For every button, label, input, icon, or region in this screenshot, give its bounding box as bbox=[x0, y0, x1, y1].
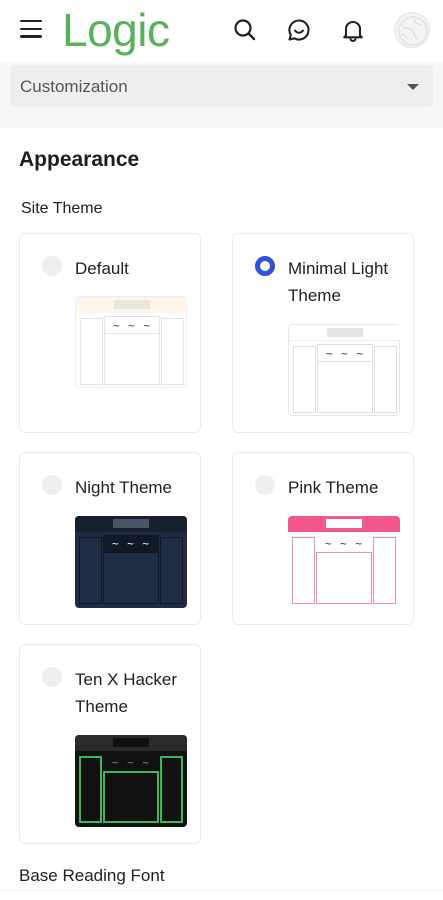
bell-icon[interactable] bbox=[340, 17, 366, 43]
section-dropdown[interactable]: Customization bbox=[10, 65, 433, 107]
theme-preview-default: ~ ~ ~ bbox=[75, 296, 188, 388]
dropdown-selected-value: Customization bbox=[20, 77, 128, 96]
menu-icon[interactable] bbox=[20, 20, 42, 40]
theme-label: Ten X Hacker Theme bbox=[75, 670, 178, 716]
theme-label: Default bbox=[75, 259, 129, 278]
theme-radio-night[interactable] bbox=[42, 475, 62, 495]
theme-preview-pink: ~ ~ ~ bbox=[288, 516, 400, 608]
theme-label: Pink Theme bbox=[288, 478, 379, 497]
theme-radio-minimal-light[interactable] bbox=[255, 256, 275, 276]
theme-radio-pink[interactable] bbox=[255, 475, 275, 495]
divider bbox=[0, 890, 443, 900]
theme-card-night[interactable]: Night Theme ~ ~ ~ bbox=[19, 452, 201, 625]
theme-label: Night Theme bbox=[75, 478, 173, 497]
theme-radio-ten-x-hacker[interactable] bbox=[42, 667, 62, 687]
theme-card-ten-x-hacker[interactable]: Ten X Hacker Theme ~ ~ ~ bbox=[19, 644, 201, 844]
page-title: Appearance bbox=[19, 148, 140, 171]
top-header: Logic bbox=[0, 0, 443, 62]
logo[interactable]: Logic bbox=[62, 2, 170, 58]
theme-card-pink[interactable]: Pink Theme ~ ~ ~ bbox=[232, 452, 414, 625]
theme-radio-default[interactable] bbox=[42, 256, 62, 276]
theme-preview-night: ~ ~ ~ bbox=[75, 516, 187, 608]
section-selector-area: Customization bbox=[0, 62, 443, 128]
base-reading-font-label: Base Reading Font bbox=[19, 866, 165, 885]
search-icon[interactable] bbox=[232, 17, 258, 43]
chevron-down-icon bbox=[407, 84, 419, 90]
chat-icon[interactable] bbox=[286, 17, 312, 43]
site-theme-label: Site Theme bbox=[21, 200, 103, 217]
theme-preview-minimal-light: ~ ~ ~ bbox=[288, 324, 401, 416]
theme-card-default[interactable]: Default ~ ~ ~ bbox=[19, 233, 201, 433]
theme-card-minimal-light[interactable]: Minimal Light Theme ~ ~ ~ bbox=[232, 233, 414, 433]
theme-label: Minimal Light Theme bbox=[288, 259, 389, 305]
avatar[interactable] bbox=[394, 12, 430, 48]
theme-preview-ten-x-hacker: ~ ~ ~ bbox=[75, 735, 187, 827]
